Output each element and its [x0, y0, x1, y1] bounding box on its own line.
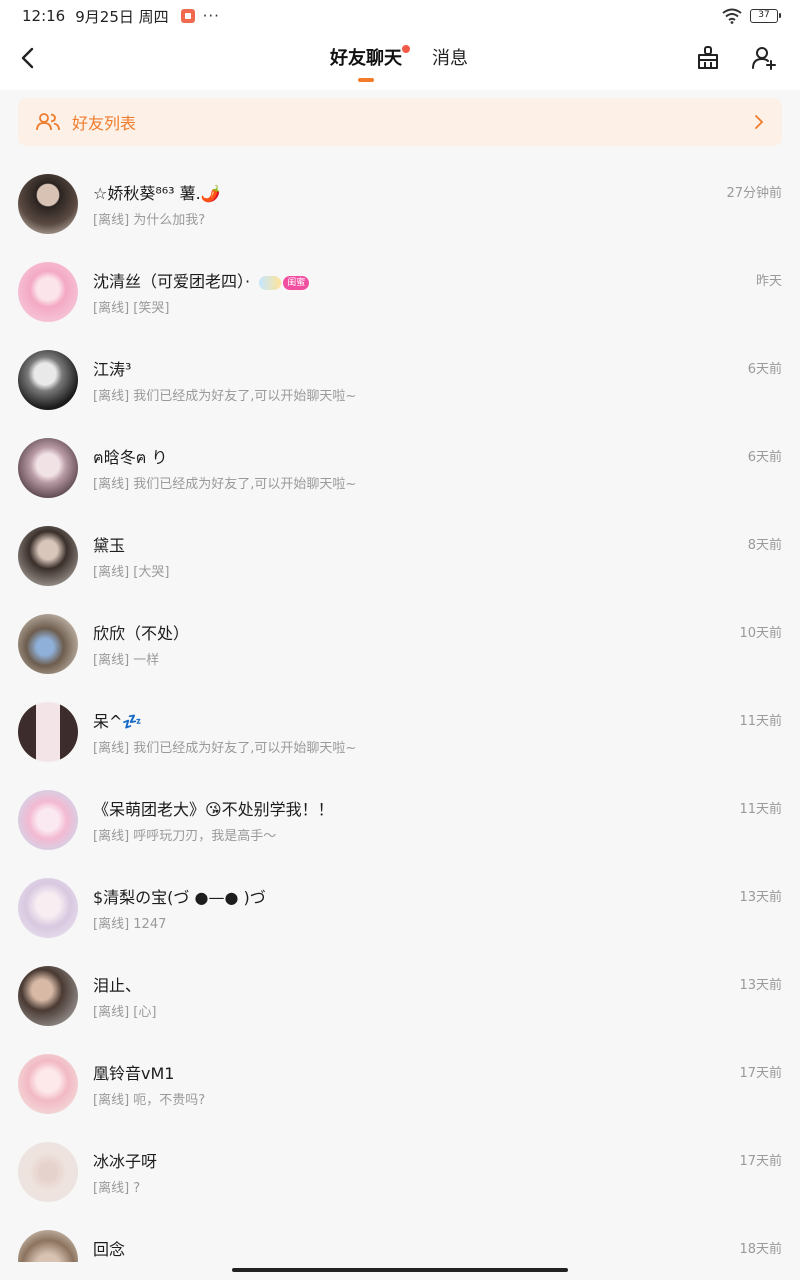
- avatar: [18, 262, 78, 322]
- avatar: [18, 350, 78, 410]
- contact-name: ฅ晗冬ฅ り: [93, 448, 168, 467]
- contact-name: 黛玉: [93, 536, 126, 555]
- avatar: [18, 966, 78, 1026]
- battery-level: 37: [758, 10, 770, 20]
- tab-bar: 好友聊天 消息: [330, 44, 468, 84]
- message-time: 6天前: [747, 362, 782, 377]
- avatar: [18, 174, 78, 234]
- message-preview: [离线] 我们已经成为好友了,可以开始聊天啦~: [93, 477, 357, 492]
- contact-name: 呆^💤: [93, 712, 143, 731]
- contact-name: 欣欣（不处）: [93, 624, 190, 643]
- message-time: 11天前: [739, 714, 782, 729]
- chat-row[interactable]: ฅ晗冬ฅ り [离线] 我们已经成为好友了,可以开始聊天啦~ 6天前: [0, 424, 800, 512]
- message-time: 11天前: [739, 802, 782, 817]
- home-indicator[interactable]: [232, 1268, 568, 1272]
- avatar: [18, 1054, 78, 1114]
- clear-button[interactable]: [692, 42, 724, 74]
- message-time: 13天前: [739, 978, 782, 993]
- contact-name: 《呆萌团老大》😘不处别学我！！: [93, 800, 334, 819]
- status-time: 12:16: [22, 7, 66, 25]
- message-time: 17天前: [739, 1154, 782, 1169]
- chat-list[interactable]: ☆娇秋葵⁸⁶³ 薯.🌶️ [离线] 为什么加我? 27分钟前 沈清丝（可爱团老四…: [0, 160, 800, 1262]
- chat-row[interactable]: 沈清丝（可爱团老四）· 闺蜜 [离线] [笑哭] 昨天: [0, 248, 800, 336]
- chat-row[interactable]: 回念 18天前: [0, 1216, 800, 1262]
- avatar: [18, 878, 78, 938]
- chat-row[interactable]: 《呆萌团老大》😘不处别学我！！ [离线] 呼呼玩刀刃，我是高手～ 11天前: [0, 776, 800, 864]
- broom-icon: [698, 46, 718, 69]
- tab-friend-chat-label: 好友聊天: [330, 48, 402, 69]
- chat-row[interactable]: 黛玉 [离线] [大哭] 8天前: [0, 512, 800, 600]
- avatar: [18, 790, 78, 850]
- message-time: 18天前: [739, 1242, 782, 1257]
- chat-row[interactable]: 凰铃音vM1 [离线] 呃，不贵吗? 17天前: [0, 1040, 800, 1128]
- avatar: [18, 526, 78, 586]
- avatar: [18, 614, 78, 674]
- chat-row[interactable]: $清梨の宝(づ ●—● )づ [离线] 1247 13天前: [0, 864, 800, 952]
- message-time: 10天前: [739, 626, 782, 641]
- avatar: [18, 1230, 78, 1262]
- app-notification-icon: [180, 9, 195, 23]
- message-preview: [离线] 为什么加我?: [93, 213, 206, 228]
- wifi-icon: [722, 8, 742, 24]
- message-preview: [离线] 我们已经成为好友了,可以开始聊天啦~: [93, 389, 357, 404]
- message-time: 27分钟前: [726, 186, 782, 201]
- chat-row[interactable]: 泪止、 [离线] [心] 13天前: [0, 952, 800, 1040]
- friend-list-label: 好友列表: [72, 114, 137, 133]
- add-friend-button[interactable]: [748, 42, 780, 74]
- message-preview: [离线] [心]: [93, 1005, 157, 1020]
- message-time: 17天前: [739, 1066, 782, 1081]
- back-button[interactable]: [14, 44, 42, 72]
- battery-icon: 37: [750, 9, 781, 23]
- status-more: ···: [202, 7, 220, 25]
- contact-name: 回念: [93, 1240, 126, 1259]
- message-preview: [离线] 我们已经成为好友了,可以开始聊天啦~: [93, 741, 357, 756]
- contact-name: 沈清丝（可爱团老四）·: [93, 272, 251, 291]
- chat-row[interactable]: 欣欣（不处） [离线] 一样 10天前: [0, 600, 800, 688]
- contact-name: ☆娇秋葵⁸⁶³ 薯.🌶️: [93, 184, 221, 203]
- contact-name: $清梨の宝(づ ●—● )づ: [93, 888, 266, 907]
- badge-face-icon: [259, 275, 282, 290]
- message-preview: [离线] ?: [93, 1181, 141, 1196]
- add-user-icon: [752, 47, 776, 70]
- tab-messages-label: 消息: [432, 48, 468, 69]
- message-preview: [离线] 1247: [93, 917, 167, 932]
- friends-icon: [36, 113, 60, 131]
- message-time: 6天前: [747, 450, 782, 465]
- contact-name: 江涛³: [93, 360, 132, 379]
- badge-label: 闺蜜: [283, 275, 310, 290]
- message-preview: [离线] [笑哭]: [93, 301, 170, 316]
- tab-friend-chat[interactable]: 好友聊天: [330, 44, 410, 84]
- contact-name-with-badge: 沈清丝（可爱团老四）· 闺蜜: [93, 268, 310, 292]
- chat-row[interactable]: 呆^💤 [离线] 我们已经成为好友了,可以开始聊天啦~ 11天前: [0, 688, 800, 776]
- avatar: [18, 702, 78, 762]
- contact-name: 冰冰子呀: [93, 1152, 158, 1171]
- chevron-right-icon: [755, 115, 764, 129]
- tab-active-indicator: [358, 78, 374, 82]
- message-time: 昨天: [755, 274, 782, 289]
- chat-row[interactable]: 冰冰子呀 [离线] ? 17天前: [0, 1128, 800, 1216]
- avatar: [18, 438, 78, 498]
- contact-name: 泪止、: [93, 976, 142, 995]
- nav-bar: 好友聊天 消息: [0, 32, 800, 90]
- message-preview: [离线] [大哭]: [93, 565, 170, 580]
- message-time: 8天前: [747, 538, 782, 553]
- chat-row[interactable]: 江涛³ [离线] 我们已经成为好友了,可以开始聊天啦~ 6天前: [0, 336, 800, 424]
- contact-name: 凰铃音vM1: [93, 1064, 175, 1083]
- message-preview: [离线] 呃，不贵吗?: [93, 1093, 206, 1108]
- bestie-badge: 闺蜜: [259, 275, 310, 290]
- message-preview: [离线] 呼呼玩刀刃，我是高手～: [93, 829, 277, 844]
- status-date: 9月25日 周四: [75, 7, 169, 26]
- unread-dot: [402, 45, 410, 53]
- message-preview: [离线] 一样: [93, 653, 160, 668]
- message-time: 13天前: [739, 890, 782, 905]
- status-bar: 12:16 9月25日 周四 ··· 37: [0, 0, 800, 32]
- back-arrow-icon: [21, 47, 34, 69]
- friend-list-entry[interactable]: 好友列表: [18, 98, 782, 146]
- chat-row[interactable]: ☆娇秋葵⁸⁶³ 薯.🌶️ [离线] 为什么加我? 27分钟前: [0, 160, 800, 248]
- avatar: [18, 1142, 78, 1202]
- tab-messages[interactable]: 消息: [432, 44, 468, 84]
